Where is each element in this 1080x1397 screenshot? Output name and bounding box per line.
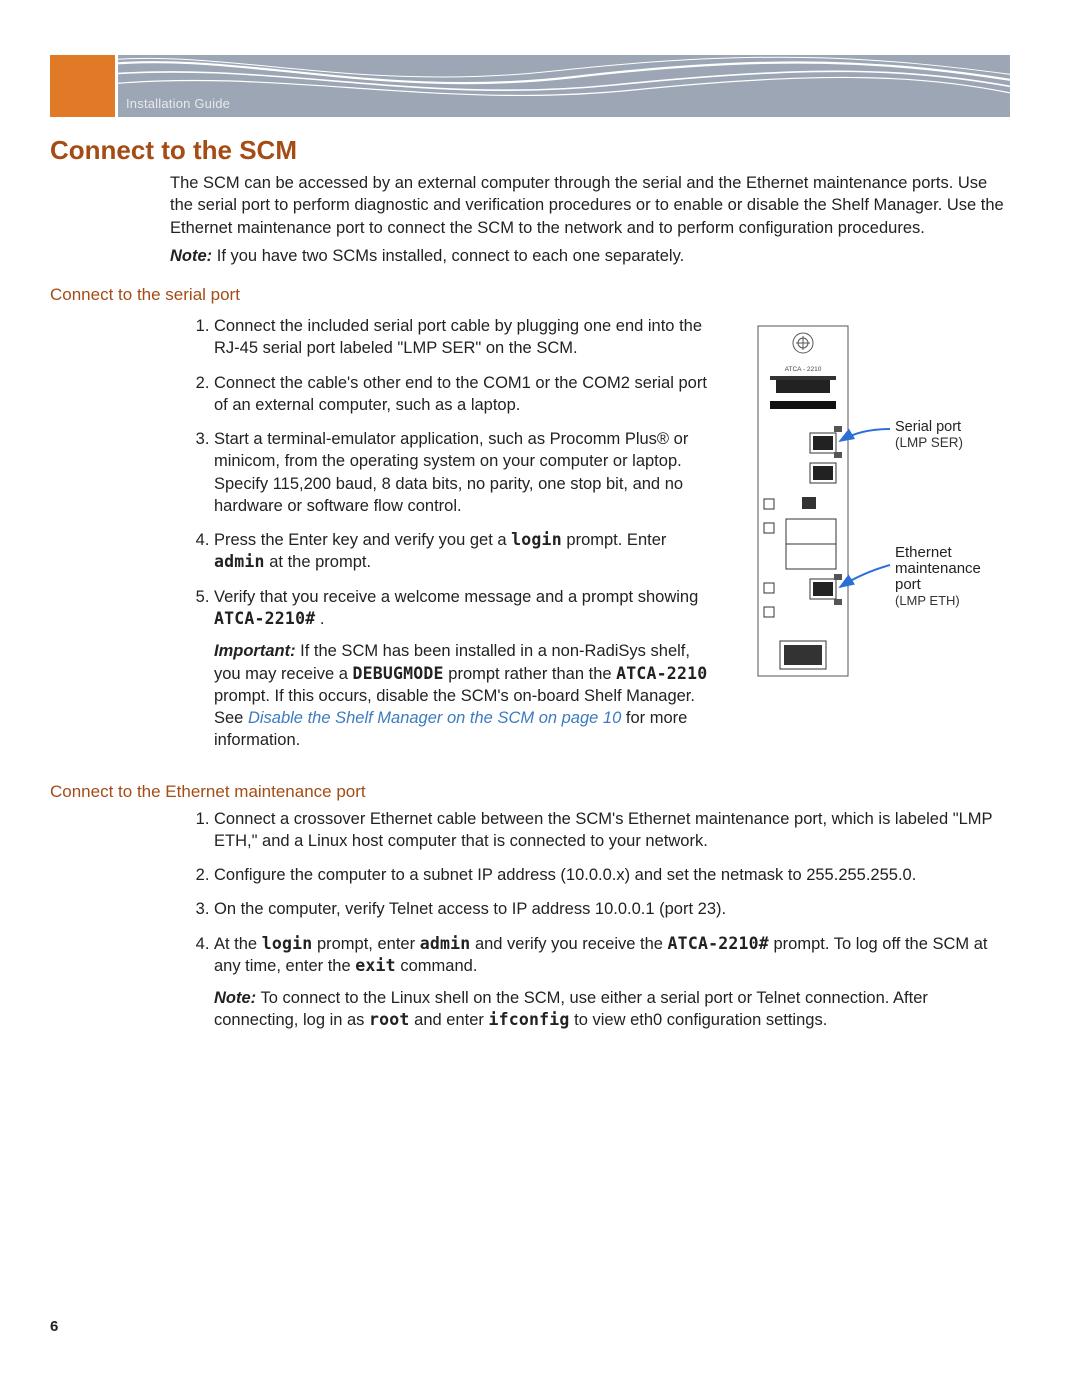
t: Verify that you receive a welcome messag… — [214, 588, 698, 606]
eth-note: Note: To connect to the Linux shell on t… — [214, 987, 1006, 1032]
eth-port-label-2: maintenance — [895, 560, 981, 577]
page: Installation Guide Connect to the SCM Th… — [0, 0, 1080, 1395]
scm-board-diagram: ATCA - 2210 — [740, 321, 1010, 681]
t: prompt rather than the — [444, 665, 616, 683]
serial-step-4: Press the Enter key and verify you get a… — [214, 529, 722, 574]
header-accent-block — [50, 55, 115, 117]
kw-ifconfig: ifconfig — [488, 1010, 569, 1029]
t: at the prompt. — [265, 553, 371, 571]
serial-steps: Connect the included serial port cable b… — [190, 315, 722, 752]
page-number: 6 — [50, 1318, 58, 1335]
wave-graphic-icon — [118, 55, 1010, 117]
eth-port-sublabel: (LMP ETH) — [895, 593, 960, 608]
ethernet-subtitle: Connect to the Ethernet maintenance port — [50, 782, 1010, 802]
kw-atca: ATCA-2210 — [616, 664, 707, 683]
note-text: If you have two SCMs installed, connect … — [212, 247, 684, 265]
intro-paragraph: The SCM can be accessed by an external c… — [170, 172, 1010, 239]
eth-step-1: Connect a crossover Ethernet cable betwe… — [214, 808, 1010, 853]
serial-two-col: Connect the included serial port cable b… — [50, 311, 1010, 764]
serial-important: Important: If the SCM has been installed… — [214, 640, 718, 751]
eth-port-label-1: Ethernet — [895, 544, 953, 561]
link-text-2: on page 10 — [534, 709, 621, 727]
serial-step-5: Verify that you receive a welcome messag… — [214, 586, 722, 752]
kw-login: login — [511, 530, 562, 549]
guide-label: Installation Guide — [126, 96, 230, 111]
t: prompt. Enter — [562, 531, 667, 549]
note-label: Note: — [170, 247, 212, 265]
t: and enter — [410, 1011, 489, 1029]
board-label: ATCA - 2210 — [785, 366, 822, 373]
ethernet-steps: Connect a crossover Ethernet cable betwe… — [190, 808, 1010, 1032]
t: At the — [214, 935, 262, 953]
t: and verify you receive the — [470, 935, 667, 953]
serial-step-3: Start a terminal-emulator application, s… — [214, 428, 722, 517]
serial-port-sublabel: (LMP SER) — [895, 435, 963, 450]
kw-prompt: ATCA-2210# — [214, 609, 315, 628]
eth-step-2: Configure the computer to a subnet IP ad… — [214, 864, 1010, 886]
kw-root: root — [369, 1010, 410, 1029]
serial-step-2: Connect the cable's other end to the COM… — [214, 372, 722, 417]
kw-login: login — [262, 934, 313, 953]
eth-port-label-3: port — [895, 576, 922, 593]
serial-step-1: Connect the included serial port cable b… — [214, 315, 722, 360]
serial-subtitle: Connect to the serial port — [50, 285, 1010, 305]
t: Press the Enter key and verify you get a — [214, 531, 511, 549]
eth-step-3: On the computer, verify Telnet access to… — [214, 898, 1010, 920]
eth-step-4: At the login prompt, enter admin and ver… — [214, 933, 1010, 1032]
note-label: Note: — [214, 989, 256, 1007]
kw-exit: exit — [355, 956, 396, 975]
section-title: Connect to the SCM — [50, 135, 1010, 166]
note-two-scms: Note: If you have two SCMs installed, co… — [170, 245, 1010, 267]
serial-port-label: Serial port — [895, 419, 961, 435]
important-label: Important: — [214, 642, 296, 660]
t: command. — [396, 957, 478, 975]
header-band: Installation Guide — [50, 55, 1010, 117]
kw-admin: admin — [420, 934, 471, 953]
t: prompt, enter — [312, 935, 419, 953]
diagram-col: ATCA - 2210 — [740, 311, 1010, 686]
disable-shelf-manager-link[interactable]: Disable the Shelf Manager on the SCM on … — [248, 709, 621, 727]
t: . — [315, 610, 324, 628]
link-text: Disable the Shelf Manager on the SCM — [248, 709, 534, 727]
kw-debugmode: DEBUGMODE — [352, 664, 443, 683]
serial-steps-col: Connect the included serial port cable b… — [50, 311, 722, 764]
kw-admin: admin — [214, 552, 265, 571]
kw-prompt: ATCA-2210# — [668, 934, 769, 953]
t: to view eth0 configuration settings. — [570, 1011, 828, 1029]
header-grey-band: Installation Guide — [118, 55, 1010, 117]
